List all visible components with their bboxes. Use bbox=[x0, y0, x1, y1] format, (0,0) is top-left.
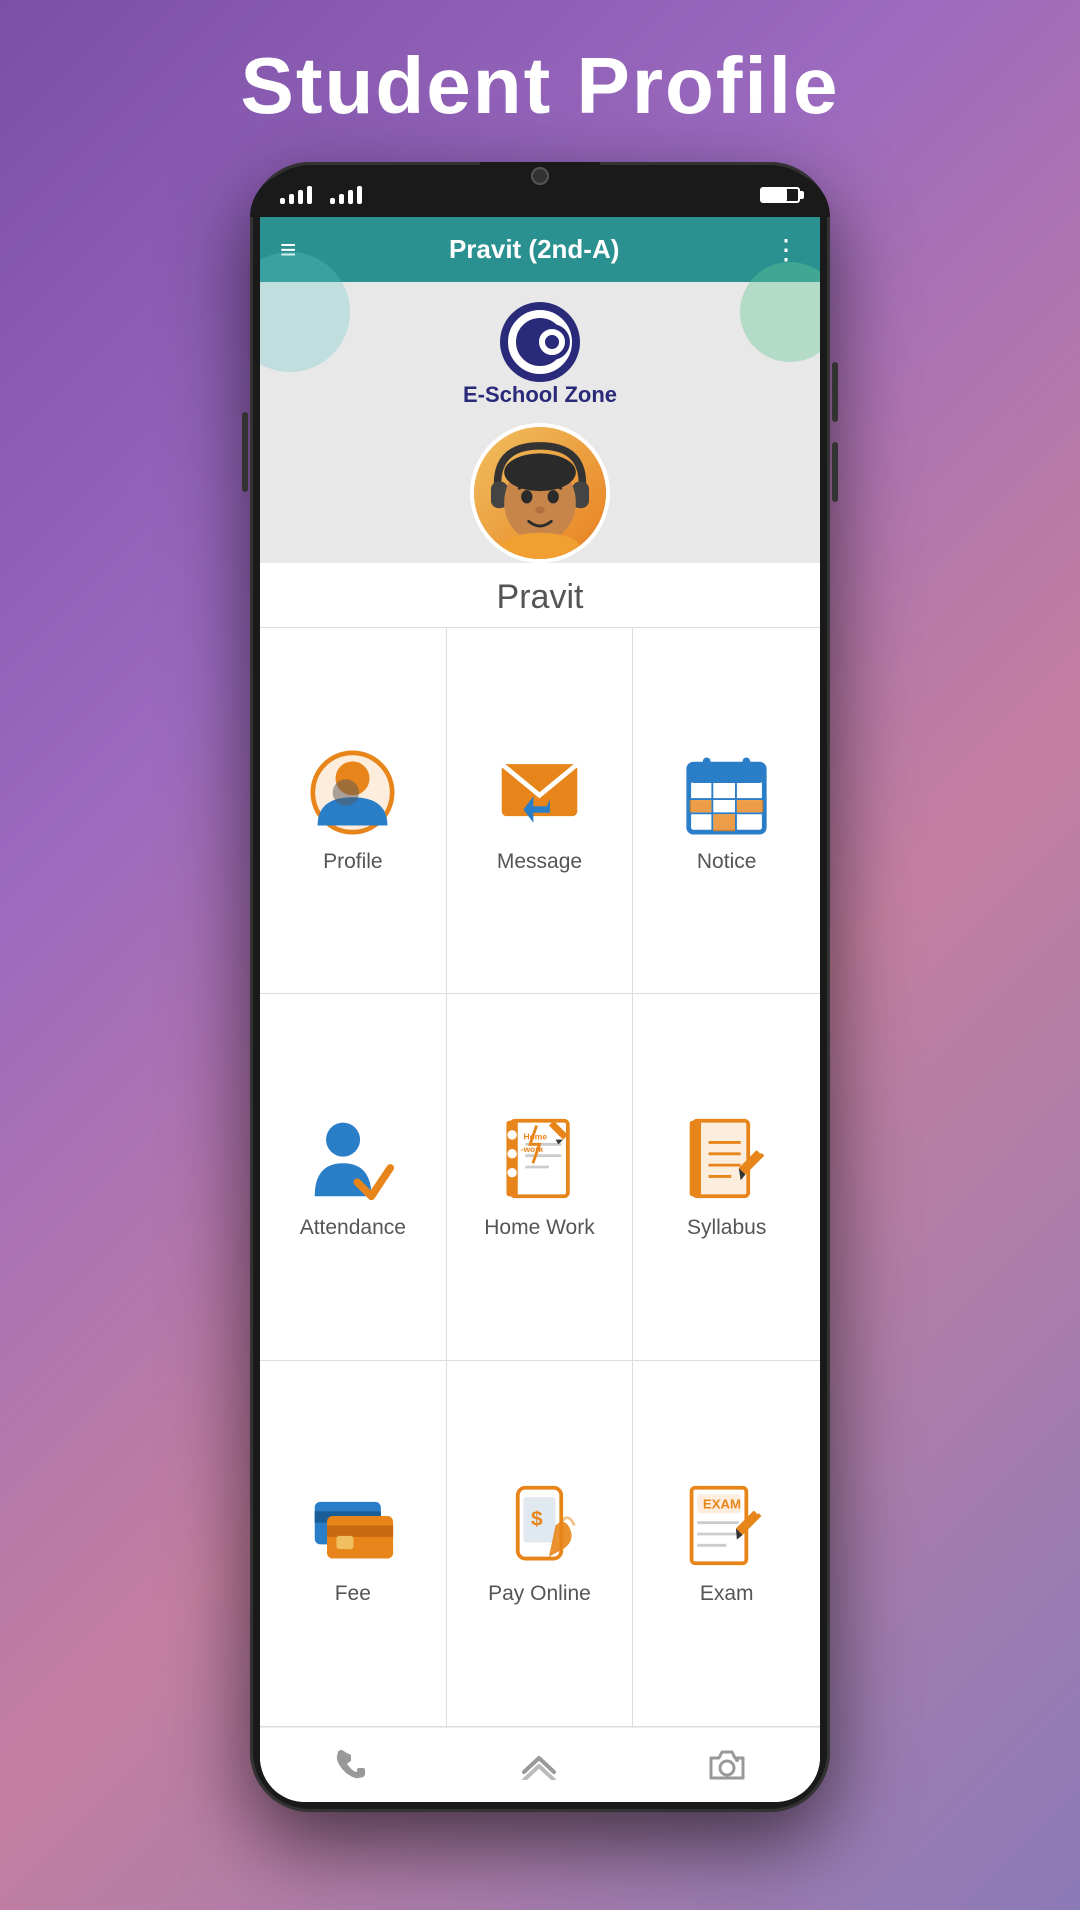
header-section: E-School Zone bbox=[260, 282, 820, 563]
exam-icon: EXAM bbox=[682, 1480, 772, 1570]
homework-label: Home Work bbox=[484, 1216, 594, 1240]
svg-text:$: $ bbox=[531, 1507, 543, 1530]
attendance-label: Attendance bbox=[300, 1216, 406, 1240]
profile-avatar-wrapper bbox=[470, 423, 610, 563]
message-svg-icon bbox=[497, 750, 582, 835]
phone-notch bbox=[480, 162, 600, 190]
signal-bar-7 bbox=[348, 190, 353, 204]
chevron-up-icon bbox=[520, 1750, 558, 1780]
svg-text:EXAM: EXAM bbox=[703, 1496, 741, 1511]
syllabus-icon bbox=[682, 1114, 772, 1204]
notice-label: Notice bbox=[697, 850, 757, 874]
app-name-label: E-School Zone bbox=[463, 382, 617, 408]
menu-item-syllabus[interactable]: Syllabus bbox=[633, 994, 820, 1360]
nav-bar: ≡ Pravit (2nd-A) ⋮ bbox=[260, 217, 820, 282]
fee-label: Fee bbox=[335, 1582, 371, 1606]
menu-item-exam[interactable]: EXAM Exam bbox=[633, 1361, 820, 1727]
exam-svg-icon: EXAM bbox=[684, 1483, 769, 1568]
attendance-icon bbox=[308, 1114, 398, 1204]
phone-frame: ≡ Pravit (2nd-A) ⋮ E-School Zone bbox=[250, 162, 830, 1812]
phone-button[interactable] bbox=[335, 1748, 369, 1782]
profile-icon bbox=[308, 748, 398, 838]
menu-grid: Profile Message bbox=[260, 627, 820, 1727]
signal-bar-4 bbox=[307, 186, 312, 204]
fee-svg-icon: ₹ bbox=[310, 1483, 395, 1568]
page-title: Student Profile bbox=[241, 40, 840, 132]
payonline-icon: $ bbox=[494, 1480, 584, 1570]
payonline-label: Pay Online bbox=[488, 1582, 591, 1606]
bottom-nav-bar bbox=[260, 1727, 820, 1802]
front-camera bbox=[531, 167, 549, 185]
nav-title: Pravit (2nd-A) bbox=[449, 234, 619, 265]
menu-item-payonline[interactable]: $ Pay Online bbox=[447, 1361, 634, 1727]
logo-container: E-School Zone bbox=[463, 302, 617, 408]
profile-svg-icon bbox=[310, 750, 395, 835]
power-button bbox=[242, 412, 248, 492]
menu-item-homework[interactable]: Home -work Home Work bbox=[447, 994, 634, 1360]
signal-bar-2 bbox=[289, 194, 294, 204]
volume-up-button bbox=[832, 362, 838, 422]
app-logo-icon bbox=[500, 302, 580, 382]
profile-name-section: Pravit bbox=[260, 563, 820, 627]
signal-bar-5 bbox=[330, 198, 335, 204]
exam-label: Exam bbox=[700, 1582, 754, 1606]
avatar-image bbox=[474, 427, 606, 559]
signal-bar-8 bbox=[357, 186, 362, 204]
message-icon bbox=[494, 748, 584, 838]
camera-button[interactable] bbox=[709, 1750, 745, 1780]
menu-item-message[interactable]: Message bbox=[447, 628, 634, 994]
menu-item-attendance[interactable]: Attendance bbox=[260, 994, 447, 1360]
notice-icon bbox=[682, 748, 772, 838]
profile-label: Profile bbox=[323, 850, 383, 874]
syllabus-svg-icon bbox=[684, 1116, 769, 1201]
payonline-svg-icon: $ bbox=[497, 1483, 582, 1568]
homework-svg-icon: Home -work bbox=[497, 1116, 582, 1201]
battery-indicator bbox=[760, 187, 800, 203]
attendance-svg-icon bbox=[310, 1116, 395, 1201]
menu-item-profile[interactable]: Profile bbox=[260, 628, 447, 994]
signal-bar-3 bbox=[298, 190, 303, 204]
camera-icon bbox=[709, 1750, 745, 1780]
signal-bar-6 bbox=[339, 194, 344, 204]
phone-screen: ≡ Pravit (2nd-A) ⋮ E-School Zone bbox=[260, 217, 820, 1802]
profile-avatar bbox=[470, 423, 610, 563]
notice-svg-icon bbox=[684, 750, 769, 835]
up-chevron-button[interactable] bbox=[520, 1750, 558, 1780]
menu-item-fee[interactable]: ₹ Fee bbox=[260, 1361, 447, 1727]
fee-icon: ₹ bbox=[308, 1480, 398, 1570]
message-label: Message bbox=[497, 850, 582, 874]
phone-icon bbox=[335, 1748, 369, 1782]
menu-item-notice[interactable]: Notice bbox=[633, 628, 820, 994]
more-options-icon[interactable]: ⋮ bbox=[772, 233, 800, 266]
homework-icon: Home -work bbox=[494, 1114, 584, 1204]
student-name: Pravit bbox=[497, 578, 584, 617]
syllabus-label: Syllabus bbox=[687, 1216, 766, 1240]
volume-down-button bbox=[832, 442, 838, 502]
battery-fill bbox=[762, 189, 787, 201]
signal-indicator bbox=[280, 186, 362, 204]
signal-bar-1 bbox=[280, 198, 285, 204]
